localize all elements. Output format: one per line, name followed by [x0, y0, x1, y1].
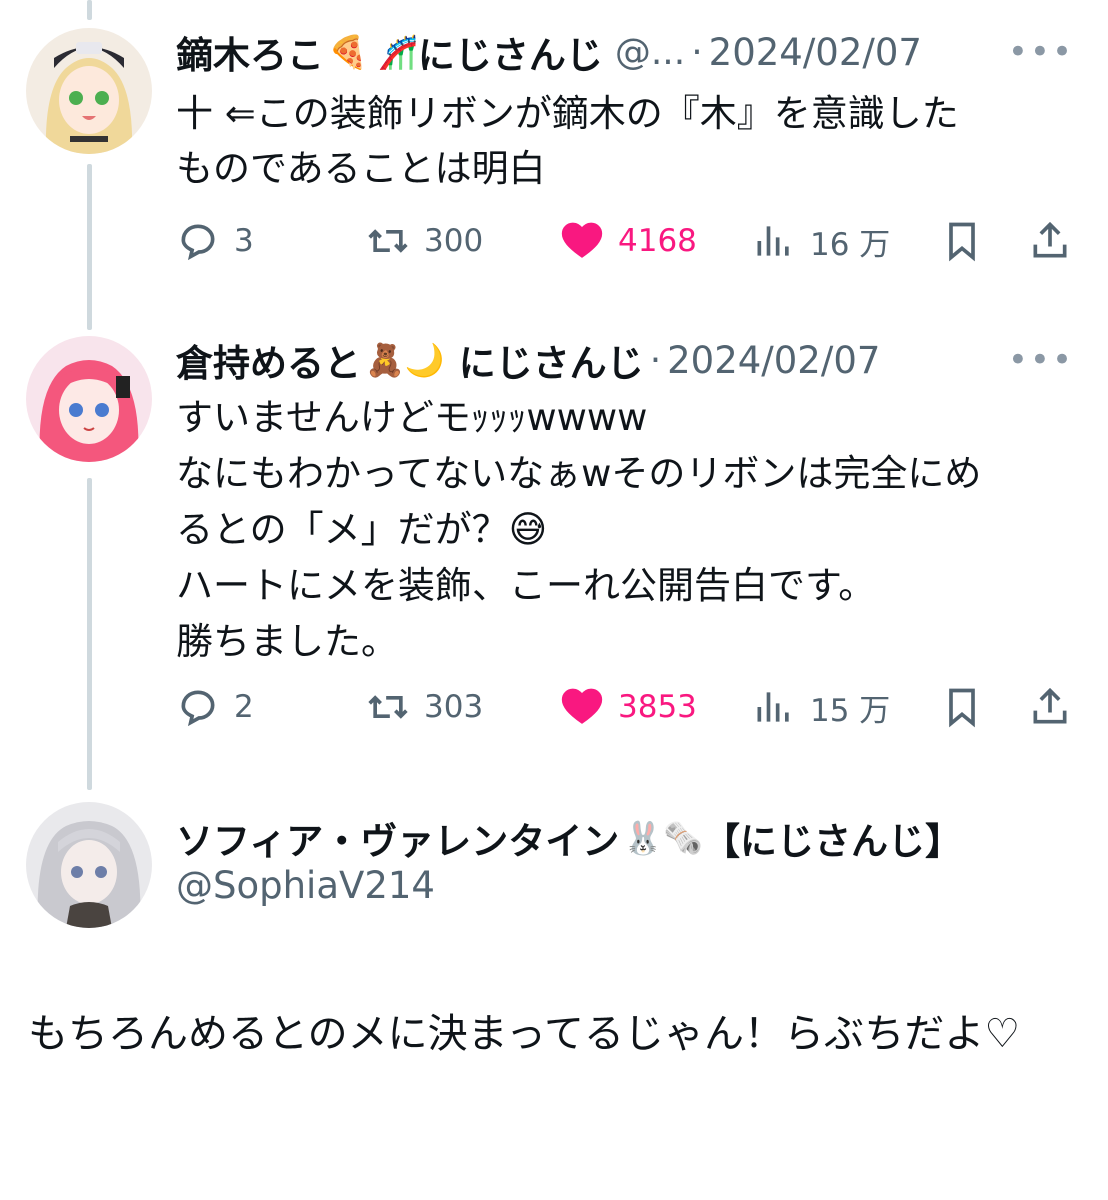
display-name[interactable]: ソフィア・ヴァレンタイン: [176, 811, 619, 865]
tweet-header: 倉持めると 🧸🌙 にじさんじ · 2024/02/07: [176, 333, 1088, 387]
tweet-text: 十 ⇐この装飾リボンが鏑木の『木』を意識した ものであることは明白: [176, 92, 959, 190]
bookmark-button[interactable]: [940, 219, 984, 263]
reply-count: 2: [234, 689, 254, 725]
views-icon: [757, 692, 789, 722]
tweet-header: 鏑木ろこ 🍕 🎢 にじさんじ @... · 2024/02/07: [176, 25, 1088, 79]
retweet-icon: [368, 229, 408, 253]
heart-icon: [561, 688, 603, 724]
avatar[interactable]: [26, 28, 152, 154]
views-count: 15 万: [810, 692, 891, 729]
thread-line-1: [87, 164, 92, 330]
avatar-image: [26, 802, 152, 928]
bookmark-icon: [949, 688, 975, 728]
thread-line-top: [87, 0, 92, 20]
tweet-actions: 3 300 4168 16 万: [176, 216, 1086, 266]
retweet-button[interactable]: 300: [366, 219, 483, 263]
avatar-image: [26, 28, 152, 154]
like-count: 3853: [618, 689, 697, 725]
avatar-image: [26, 336, 152, 462]
reply-count: 3: [234, 223, 254, 259]
display-name[interactable]: 鏑木ろこ: [176, 25, 324, 79]
org-name: にじさんじ: [417, 34, 603, 77]
reply-button[interactable]: 2: [176, 685, 254, 729]
retweet-count: 300: [424, 223, 484, 259]
main-tweet-text: もちろんめるとのメに決まってるじゃん！らぶちだよ♡: [28, 1011, 1021, 1057]
tweet-date[interactable]: 2024/02/07: [667, 339, 880, 382]
bookmark-button[interactable]: [940, 685, 984, 729]
like-button[interactable]: 4168: [560, 219, 697, 263]
retweet-button[interactable]: 303: [366, 685, 483, 729]
tweet-actions: 2 303 3853 15 万: [176, 682, 1086, 732]
org-name: 【にじさんじ】: [702, 820, 962, 863]
tweet-header: ソフィア・ヴァレンタイン 🐰🗞️ 【にじさんじ】: [176, 811, 1088, 865]
views-icon: [757, 226, 789, 256]
like-button[interactable]: 3853: [560, 685, 697, 729]
name-emoji: 🍕 🎢: [328, 33, 418, 71]
views-count: 16 万: [810, 226, 891, 263]
tweet-body: ソフィア・ヴァレンタイン 🐰🗞️ 【にじさんじ】 @SophiaV214: [176, 814, 1088, 907]
name-emoji: 🐰🗞️: [623, 819, 703, 857]
more-icon[interactable]: •••: [1008, 32, 1074, 72]
views-button[interactable]: 15 万: [752, 685, 890, 730]
more-icon[interactable]: •••: [1008, 340, 1074, 380]
share-icon: [1033, 221, 1067, 258]
tweet-date[interactable]: 2024/02/07: [709, 31, 922, 74]
avatar[interactable]: [26, 802, 152, 928]
name-emoji: 🧸🌙: [365, 341, 445, 379]
handle[interactable]: @SophiaV214: [176, 864, 1088, 907]
tweet-text: すいませんけどモｯｯｯwwww なにもわかってないなぁwそのリボンは完全にめ る…: [176, 396, 982, 663]
separator-dot: ·: [691, 31, 703, 73]
retweet-icon: [368, 695, 408, 719]
reply-icon: [181, 690, 215, 727]
reply-button[interactable]: 3: [176, 219, 254, 263]
thread-line-2: [87, 478, 92, 790]
org-name: にじさんじ: [458, 342, 644, 385]
separator-dot: ·: [649, 339, 662, 381]
tweet-body: 鏑木ろこ 🍕 🎢 にじさんじ @... · 2024/02/07 ••• 十 ⇐…: [176, 28, 1088, 196]
tweet-thread: 鏑木ろこ 🍕 🎢 にじさんじ @... · 2024/02/07 ••• 十 ⇐…: [0, 0, 1108, 1200]
share-icon: [1033, 687, 1067, 724]
tweet-body: 倉持めると 🧸🌙 にじさんじ · 2024/02/07 ••• すいませんけどモ…: [176, 336, 1088, 670]
heart-icon: [561, 222, 603, 258]
retweet-count: 303: [424, 689, 484, 725]
bookmark-icon: [949, 222, 975, 262]
reply-icon: [181, 224, 215, 261]
avatar[interactable]: [26, 336, 152, 462]
share-button[interactable]: [1028, 685, 1072, 729]
display-name[interactable]: 倉持めると: [176, 333, 361, 387]
handle[interactable]: @...: [615, 32, 685, 73]
like-count: 4168: [618, 223, 697, 259]
share-button[interactable]: [1028, 219, 1072, 263]
views-button[interactable]: 16 万: [752, 219, 890, 264]
